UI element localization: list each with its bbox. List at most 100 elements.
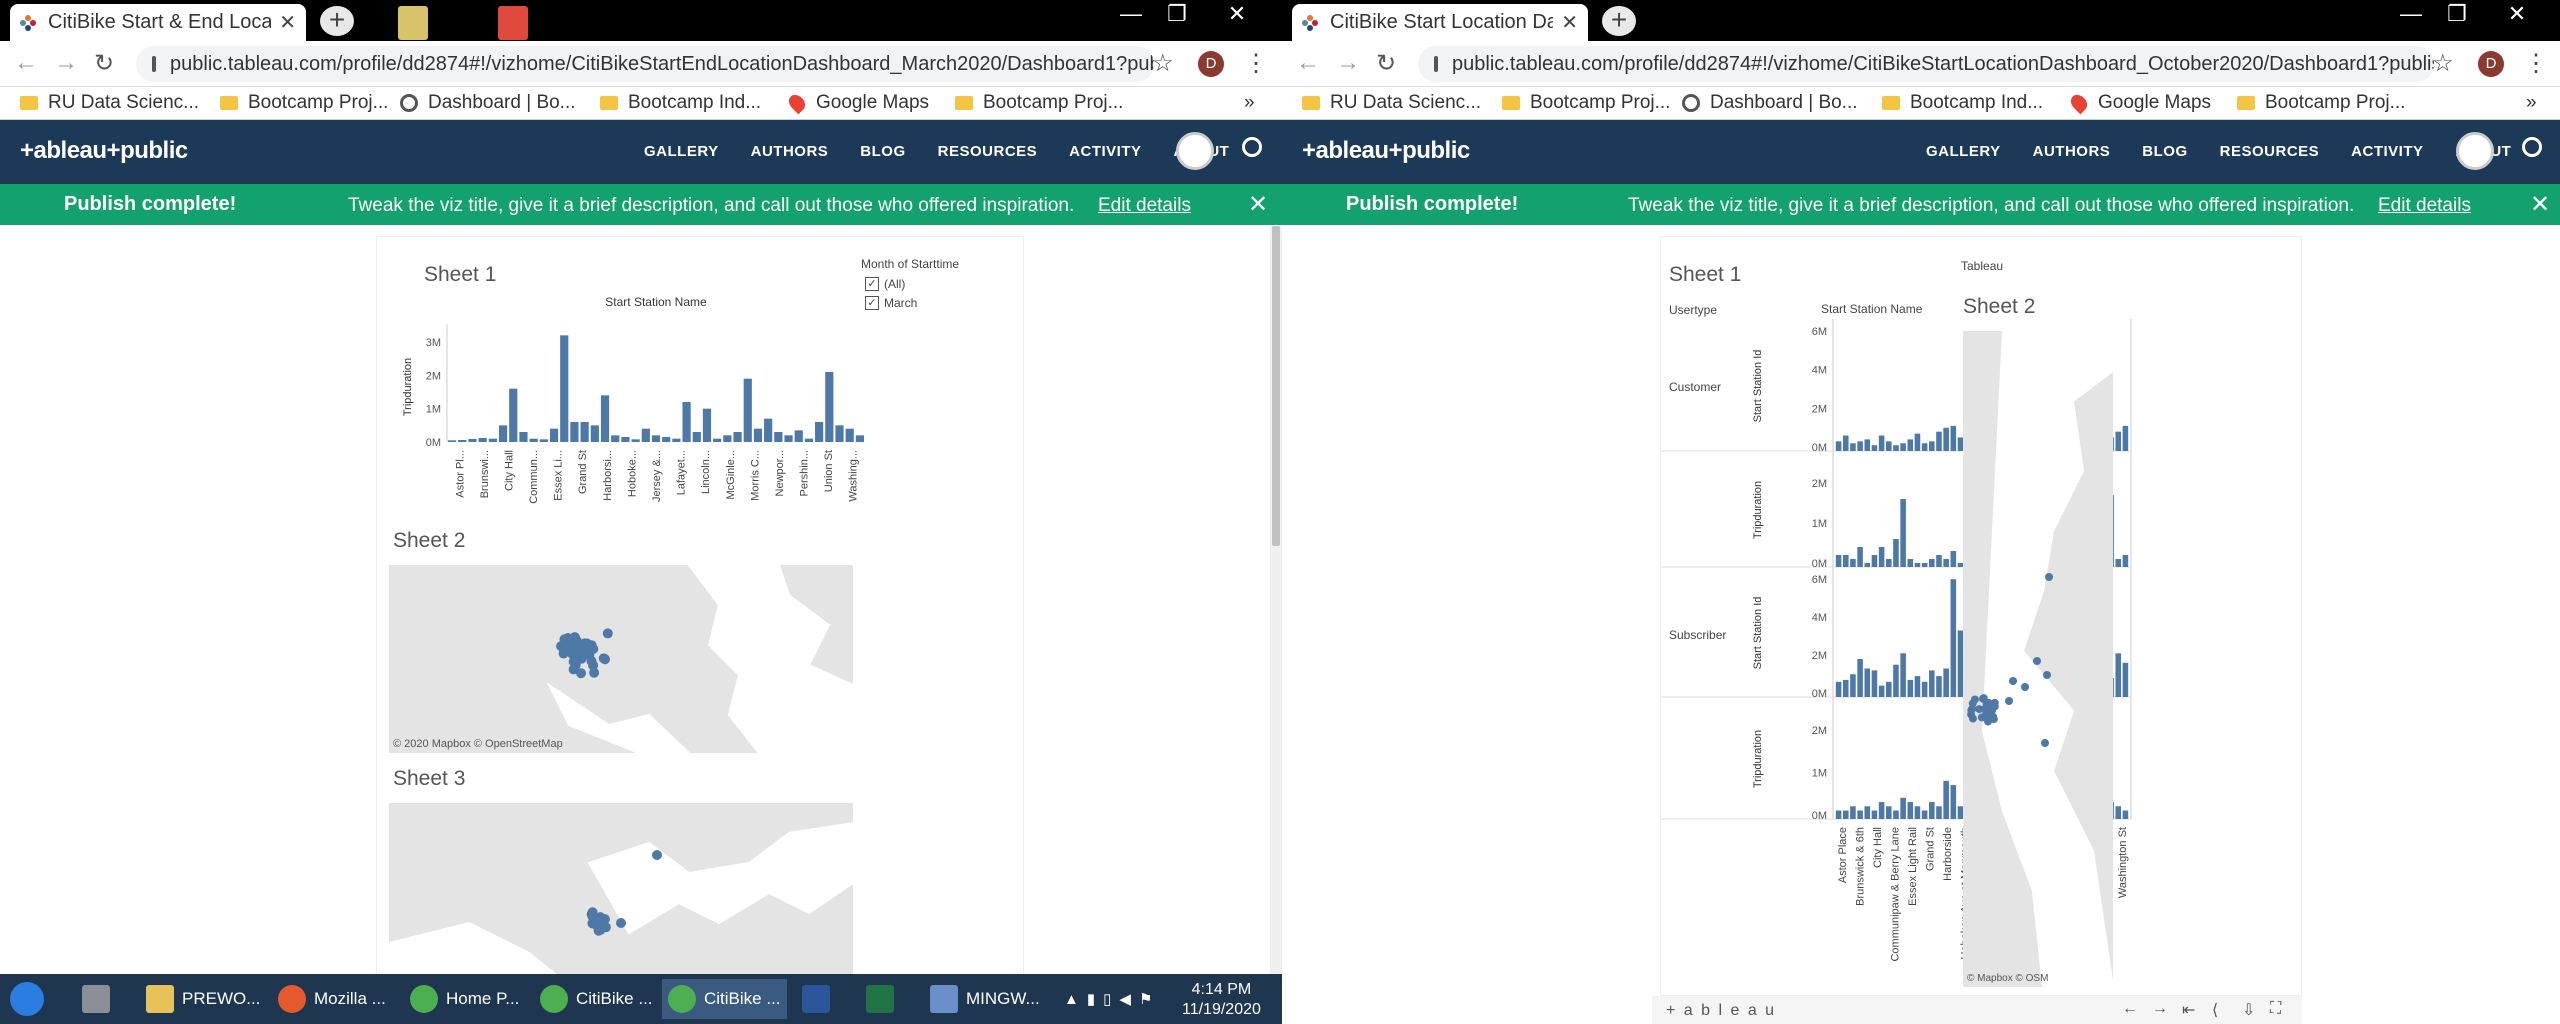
bookmark-item[interactable]: Bootcamp Proj... — [955, 92, 1123, 114]
bar[interactable] — [2115, 559, 2122, 567]
bar[interactable] — [1835, 681, 1842, 697]
close-window-button[interactable]: ✕ — [2496, 0, 2538, 30]
taskbar-item-citibike-2[interactable]: CitiBike ... — [662, 979, 787, 1019]
station-dot[interactable] — [2021, 683, 2029, 691]
bar[interactable] — [1850, 559, 1856, 567]
bar[interactable] — [2115, 806, 2122, 819]
bar[interactable] — [498, 425, 508, 442]
bar[interactable] — [1878, 802, 1885, 819]
bar[interactable] — [1921, 810, 1928, 819]
profile-avatar[interactable]: D — [2478, 51, 2504, 77]
forward-icon[interactable]: → — [1336, 49, 1360, 77]
bar[interactable] — [1907, 802, 1914, 819]
bar[interactable] — [2115, 431, 2122, 451]
bar[interactable] — [855, 435, 864, 442]
menu-icon[interactable]: ⋮ — [1244, 49, 1268, 78]
bar[interactable] — [1914, 676, 1921, 697]
bar[interactable] — [1907, 439, 1914, 451]
bookmark-item[interactable]: Bootcamp Ind... — [600, 92, 761, 114]
bar[interactable] — [519, 432, 528, 442]
station-dot[interactable] — [2005, 697, 2013, 705]
start-button[interactable] — [4, 979, 58, 1019]
bar[interactable] — [1943, 559, 1949, 567]
station-dot[interactable] — [616, 918, 626, 928]
station-dot[interactable] — [570, 659, 581, 670]
bar[interactable] — [2115, 653, 2122, 697]
bar[interactable] — [529, 438, 538, 442]
close-banner-icon[interactable]: ✕ — [2530, 190, 2550, 219]
nav-activity[interactable]: ACTIVITY — [1069, 143, 1141, 160]
bar[interactable] — [1929, 441, 1935, 451]
bar[interactable] — [835, 425, 844, 442]
fullscreen-icon[interactable]: ⛶ — [2270, 1000, 2281, 1018]
bar[interactable] — [1835, 810, 1842, 819]
bar[interactable] — [1864, 668, 1871, 698]
station-dot[interactable] — [2041, 739, 2049, 747]
taskbar-item-home[interactable]: Home P... — [404, 979, 525, 1019]
bar[interactable] — [1914, 806, 1921, 819]
close-window-button[interactable]: ✕ — [1216, 0, 1258, 30]
bar[interactable] — [1878, 685, 1885, 697]
nav-authors[interactable]: AUTHORS — [751, 143, 829, 160]
bar[interactable] — [651, 435, 661, 442]
bar[interactable] — [1936, 555, 1942, 567]
bar[interactable] — [1885, 681, 1892, 697]
browser-tab[interactable]: CitiBike Start Location Das ✕ — [1292, 4, 1588, 41]
search-icon[interactable] — [2522, 137, 2542, 157]
bar[interactable] — [692, 432, 701, 442]
bar[interactable] — [774, 432, 783, 442]
bar[interactable] — [560, 335, 569, 442]
bar[interactable] — [1921, 443, 1928, 451]
station-dot[interactable] — [600, 654, 611, 665]
share-icon[interactable]: ⟨ — [2212, 1000, 2218, 1020]
bar[interactable] — [1900, 797, 1906, 819]
page-scrollbar[interactable] — [1270, 226, 1282, 974]
station-dot[interactable] — [576, 668, 587, 679]
bookmark-item[interactable]: RU Data Scienc... — [20, 92, 199, 114]
sheet2-map[interactable]: © Mapbox © OSM — [1963, 331, 2113, 987]
bar[interactable] — [509, 388, 518, 442]
browser-tab[interactable]: CitiBike Start & End Locati ✕ — [10, 4, 306, 41]
bar[interactable] — [1857, 659, 1863, 697]
taskbar-item-prewo[interactable]: PREWO... — [140, 979, 266, 1019]
taskbar-word[interactable] — [796, 979, 844, 1019]
scrollbar-thumb[interactable] — [1272, 226, 1280, 546]
bar[interactable] — [1850, 806, 1856, 819]
nav-resources[interactable]: RESOURCES — [2220, 143, 2320, 160]
volume-icon[interactable]: ◀ — [1119, 990, 1131, 1008]
bar[interactable] — [794, 430, 803, 442]
bar[interactable] — [1850, 674, 1856, 697]
bar[interactable] — [478, 438, 487, 442]
bar[interactable] — [1914, 433, 1921, 451]
bar[interactable] — [1864, 563, 1871, 567]
bar[interactable] — [1950, 579, 1957, 697]
star-icon[interactable]: ☆ — [1152, 49, 1174, 78]
station-dot[interactable] — [2033, 657, 2041, 665]
tableau-public-logo[interactable]: +ableau+public — [1302, 137, 1470, 165]
close-banner-icon[interactable]: ✕ — [1248, 190, 1268, 219]
bar[interactable] — [1871, 555, 1878, 567]
bar[interactable] — [580, 422, 589, 442]
taskbar-item-mingw[interactable]: MINGW... — [924, 979, 1046, 1019]
back-icon[interactable]: ← — [14, 49, 38, 77]
bar[interactable] — [590, 425, 599, 442]
station-dot[interactable] — [2043, 671, 2051, 679]
bar[interactable] — [825, 372, 834, 442]
nav-resources[interactable]: RESOURCES — [938, 143, 1038, 160]
minimize-button[interactable]: — — [1110, 0, 1152, 30]
bar[interactable] — [815, 422, 824, 442]
filter-option-all[interactable]: ✓ (All) — [865, 277, 905, 291]
bar[interactable] — [672, 438, 681, 442]
bar[interactable] — [1929, 670, 1935, 697]
bookmark-item[interactable]: Google Maps — [2067, 91, 2211, 115]
bar[interactable] — [804, 438, 814, 442]
bar[interactable] — [2122, 555, 2129, 567]
user-avatar[interactable] — [2456, 132, 2494, 170]
bar[interactable] — [1950, 551, 1957, 567]
bar[interactable] — [448, 440, 457, 442]
bookmark-item[interactable]: RU Data Scienc... — [1302, 92, 1481, 114]
bookmark-item[interactable]: Dashboard | Bo... — [1682, 92, 1858, 114]
url-field[interactable]: public.tableau.com/profile/dd2874#!/vizh… — [1418, 46, 2434, 82]
bar[interactable] — [733, 432, 742, 442]
bar[interactable] — [1871, 810, 1878, 819]
